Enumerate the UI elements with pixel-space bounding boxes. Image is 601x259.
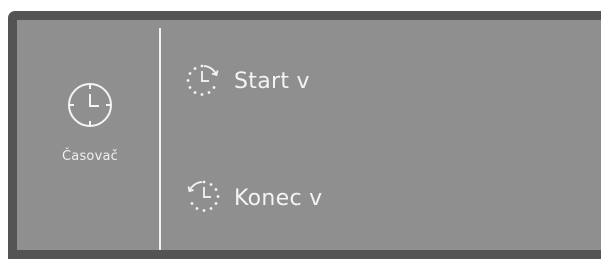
clock-end-icon	[187, 180, 220, 212]
sidebar-label: Časovač	[62, 149, 118, 164]
sidebar-timer[interactable]: Časovač	[17, 20, 160, 250]
menu-item-end[interactable]: Konec v	[182, 174, 582, 224]
divider	[159, 28, 161, 250]
display-screen: Časovač Start v Konec v	[17, 20, 601, 250]
menu-item-start[interactable]: Start v	[182, 60, 582, 110]
clock-icon	[68, 83, 112, 127]
device-frame: Časovač Start v Konec v	[0, 0, 601, 259]
menu-item-label: Start v	[234, 69, 310, 94]
menu-item-label: Konec v	[234, 186, 323, 211]
clock-start-icon	[186, 64, 219, 96]
